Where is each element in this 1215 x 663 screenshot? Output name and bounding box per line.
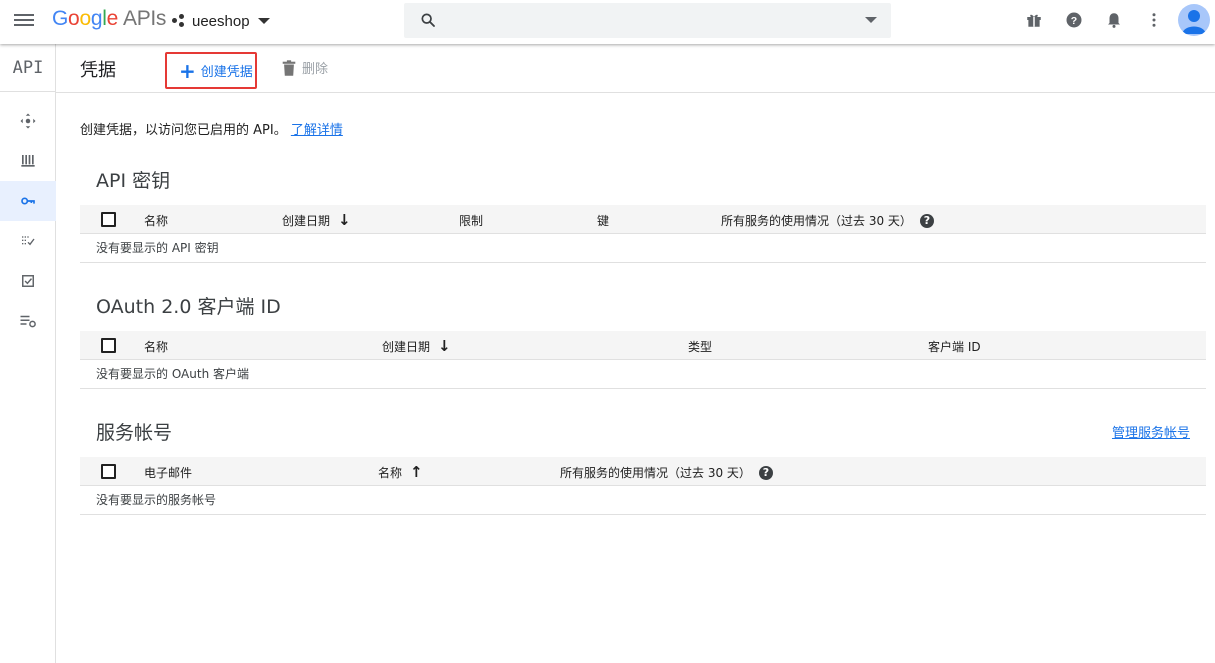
column-usage: 所有服务的使用情况（过去 30 天）? <box>560 464 773 481</box>
manage-service-accounts-link[interactable]: 管理服务帐号 <box>1112 422 1190 441</box>
column-client-id: 客户端 ID <box>928 340 981 354</box>
service-accounts-table: 电子邮件 名称 ↑ 所有服务的使用情况（过去 30 天）? 没有要显示的服务帐号 <box>80 457 1206 515</box>
nav-domain-verification[interactable] <box>0 221 56 261</box>
notifications-icon[interactable] <box>1105 11 1123 29</box>
left-nav-rail: API <box>0 44 56 663</box>
table-header: 名称 创建日期 ↓ 限制 键 所有服务的使用情况（过去 30 天）? <box>80 205 1206 234</box>
column-key: 键 <box>597 214 610 228</box>
delete-label: 删除 <box>302 62 329 77</box>
page-title: 凭据 <box>80 60 116 81</box>
table-header: 电子邮件 名称 ↑ 所有服务的使用情况（过去 30 天）? <box>80 457 1206 486</box>
nav-library[interactable] <box>0 141 56 181</box>
intro-sentence: 创建凭据，以访问您已启用的 API。 <box>80 123 287 138</box>
help-icon[interactable]: ? <box>758 465 773 480</box>
chevron-down-icon <box>257 18 270 24</box>
plus-icon: + <box>179 58 196 83</box>
learn-more-link[interactable]: 了解详情 <box>291 123 343 138</box>
oauth-table: 名称 创建日期 ↓ 类型 客户端 ID 没有要显示的 OAuth 客户端 <box>80 331 1206 389</box>
select-all-checkbox[interactable] <box>101 212 116 227</box>
column-restrictions: 限制 <box>459 214 484 228</box>
help-icon[interactable]: ? <box>919 213 934 228</box>
search-dropdown-icon[interactable] <box>865 17 877 23</box>
nav-dashboard[interactable] <box>0 101 56 141</box>
page-header: 凭据 + 创建凭据 删除 <box>56 44 1215 93</box>
project-name: ueeshop <box>192 12 250 30</box>
select-all-checkbox[interactable] <box>101 338 116 353</box>
dashboard-icon <box>20 113 36 129</box>
help-icon[interactable]: ? <box>1065 11 1083 29</box>
column-usage: 所有服务的使用情况（过去 30 天）? <box>721 212 934 229</box>
create-credentials-button[interactable]: + 创建凭据 <box>165 52 257 89</box>
column-created-label: 创建日期 <box>282 214 331 228</box>
library-icon <box>21 155 35 167</box>
arrow-up-icon: ↑ <box>410 463 423 481</box>
column-usage-label: 所有服务的使用情况（过去 30 天） <box>560 466 751 480</box>
search-bar[interactable] <box>404 3 891 38</box>
hamburger-menu-icon[interactable] <box>14 11 34 31</box>
search-input[interactable] <box>450 9 850 33</box>
service-accounts-title: 服务帐号 <box>96 422 173 444</box>
key-icon <box>21 197 35 205</box>
column-name[interactable]: 名称 ↑ <box>378 464 423 481</box>
empty-row: 没有要显示的 OAuth 客户端 <box>80 360 1206 389</box>
column-created[interactable]: 创建日期 ↓ <box>382 338 451 355</box>
arrow-down-icon: ↓ <box>438 337 451 355</box>
project-icon <box>172 14 186 28</box>
user-icon <box>1182 10 1206 34</box>
empty-row: 没有要显示的服务帐号 <box>80 486 1206 515</box>
nav-consent-screen[interactable] <box>0 261 56 301</box>
list-settings-icon <box>20 315 36 328</box>
column-type: 类型 <box>688 340 713 354</box>
column-created-label: 创建日期 <box>382 340 431 354</box>
nav-credentials[interactable] <box>0 181 56 221</box>
more-vert-icon[interactable] <box>1145 11 1163 29</box>
project-selector[interactable]: ueeshop <box>172 9 270 33</box>
column-name-label: 名称 <box>378 466 403 480</box>
arrow-down-icon: ↓ <box>338 211 351 229</box>
column-name[interactable]: 名称 <box>144 338 168 355</box>
gift-icon[interactable] <box>1025 11 1043 29</box>
trash-icon <box>282 59 296 76</box>
search-icon <box>421 13 435 27</box>
oauth-title: OAuth 2.0 客户端 ID <box>96 296 281 318</box>
google-apis-logo[interactable]: Google APIs <box>52 7 166 31</box>
create-credentials-label: 创建凭据 <box>200 65 253 80</box>
api-keys-title: API 密钥 <box>96 170 171 192</box>
top-app-bar: Google APIs ueeshop ? <box>0 0 1215 44</box>
api-rail-logo[interactable]: API <box>0 44 56 92</box>
table-header: 名称 创建日期 ↓ 类型 客户端 ID <box>80 331 1206 360</box>
intro-text: 创建凭据，以访问您已启用的 API。 了解详情 <box>80 119 343 138</box>
delete-button[interactable]: 删除 <box>282 58 328 77</box>
column-email[interactable]: 电子邮件 <box>144 464 192 481</box>
account-avatar[interactable] <box>1178 4 1210 36</box>
checkbox-icon <box>22 275 34 287</box>
svg-text:?: ? <box>1071 15 1077 27</box>
checklist-icon <box>22 236 35 246</box>
column-name[interactable]: 名称 <box>144 212 168 229</box>
select-all-checkbox[interactable] <box>101 464 116 479</box>
column-created[interactable]: 创建日期 ↓ <box>282 212 351 229</box>
empty-row: 没有要显示的 API 密钥 <box>80 234 1206 263</box>
column-usage-label: 所有服务的使用情况（过去 30 天） <box>721 214 912 228</box>
nav-settings[interactable] <box>0 301 56 341</box>
api-keys-table: 名称 创建日期 ↓ 限制 键 所有服务的使用情况（过去 30 天）? 没有要显示的… <box>80 205 1206 263</box>
